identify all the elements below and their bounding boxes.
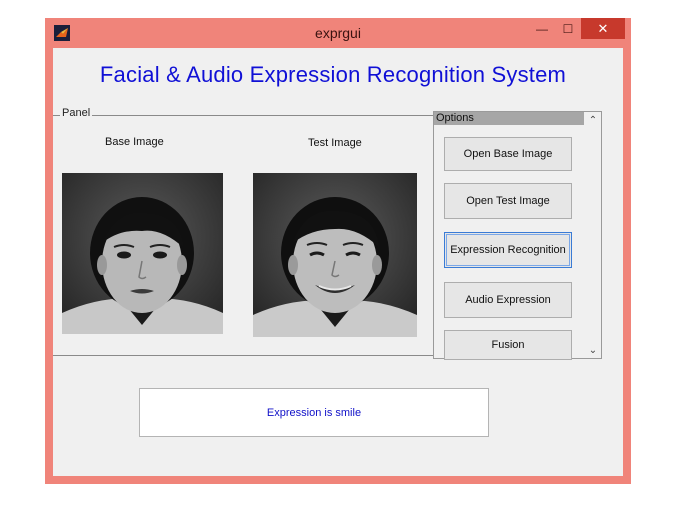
close-button[interactable]: ✕ (581, 18, 625, 39)
expression-recognition-button[interactable]: Expression Recognition (444, 232, 572, 268)
scroll-up-arrow-icon[interactable]: ⌃ (585, 113, 601, 127)
scroll-down-arrow-icon[interactable]: ⌄ (585, 343, 601, 357)
result-display: Expression is smile (139, 388, 489, 437)
panel-title: Panel (60, 107, 93, 119)
options-title: Options (434, 112, 584, 125)
base-image (62, 173, 223, 334)
open-test-image-button[interactable]: Open Test Image (444, 183, 572, 219)
panel-border-bottom (53, 355, 435, 356)
test-image-caption: Test Image (308, 137, 362, 149)
title-bar[interactable]: exprgui — ☐ ✕ (45, 18, 631, 48)
result-text: Expression is smile (266, 406, 362, 419)
fusion-button[interactable]: Fusion (444, 330, 572, 360)
base-image-caption: Base Image (105, 136, 164, 148)
figure-area: Facial & Audio Expression Recognition Sy… (53, 48, 623, 476)
maximize-button[interactable]: ☐ (555, 18, 581, 39)
panel-border-top (53, 115, 433, 116)
options-panel: Options ⌃ Open Base Image Open Test Imag… (433, 111, 602, 360)
app-window: exprgui — ☐ ✕ Facial & Audio Expression … (45, 18, 631, 484)
test-image (253, 173, 417, 337)
minimize-button[interactable]: — (529, 18, 555, 39)
audio-expression-button[interactable]: Audio Expression (444, 282, 572, 318)
page-title: Facial & Audio Expression Recognition Sy… (99, 62, 567, 87)
open-base-image-button[interactable]: Open Base Image (444, 137, 572, 171)
